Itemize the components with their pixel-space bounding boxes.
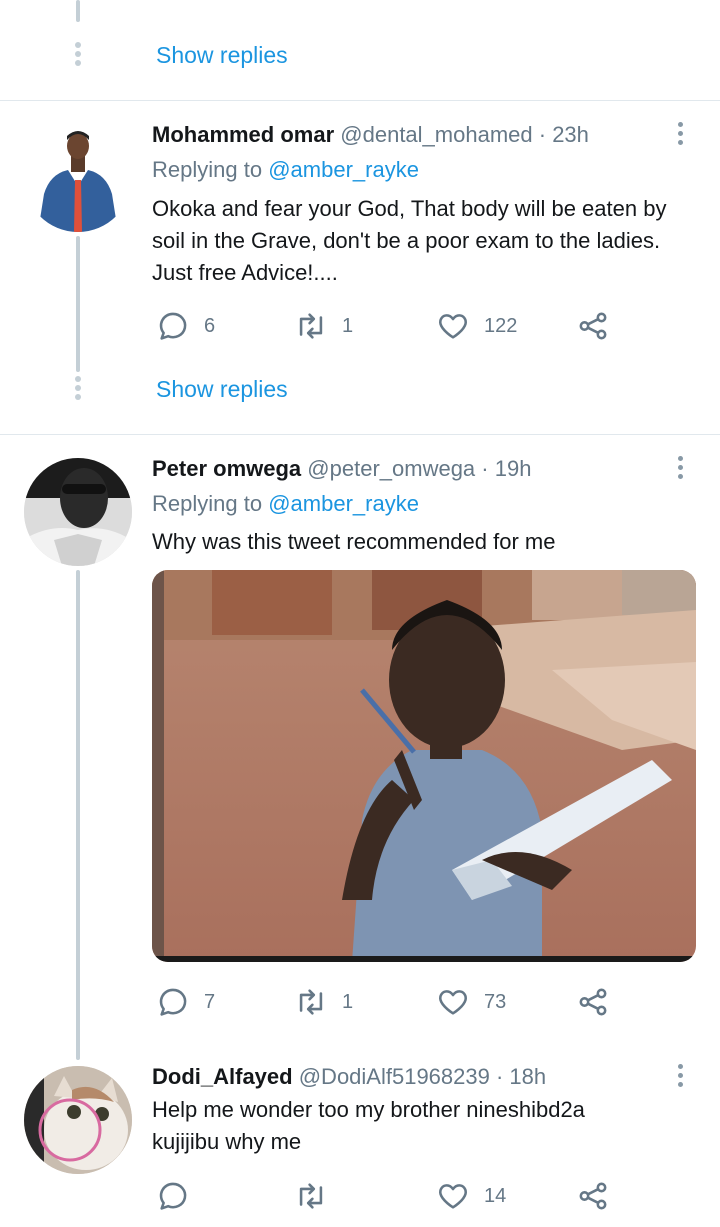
tweet-text: Why was this tweet recommended for me [152, 529, 556, 554]
timestamp[interactable]: · 19h [481, 456, 531, 481]
display-name[interactable]: Dodi_Alfayed [152, 1064, 293, 1089]
retweet-button[interactable]: 1 [294, 982, 353, 1022]
reply-count: 7 [204, 990, 216, 1013]
like-count: 122 [484, 314, 518, 337]
divider [0, 434, 720, 435]
avatar[interactable] [24, 1066, 132, 1174]
mention-link[interactable]: @amber_rayke [268, 157, 419, 182]
display-name[interactable]: Peter omwega [152, 456, 301, 481]
reply-button[interactable]: 7 [156, 982, 215, 1022]
show-replies-link[interactable]: Show replies [156, 42, 288, 69]
timestamp[interactable]: · 23h [539, 122, 589, 147]
heart-icon [439, 1184, 467, 1209]
show-replies-link[interactable]: Show replies [156, 376, 288, 403]
tweet-header: Peter omwega @peter_omwega · 19h [152, 456, 531, 482]
like-button[interactable]: 14 [436, 1176, 506, 1216]
share-icon [579, 1182, 607, 1210]
avatar[interactable] [24, 124, 132, 232]
mention-link[interactable]: @amber_rayke [268, 491, 419, 516]
thread-line [76, 570, 80, 1060]
tweet-actions: 7 1 73 [152, 982, 632, 1022]
retweet-icon [299, 1183, 323, 1209]
more-options-icon[interactable] [672, 456, 688, 483]
retweet-count: 1 [342, 990, 354, 1013]
tweet-header: Mohammed omar @dental_mohamed · 23h [152, 122, 589, 148]
like-button[interactable]: 73 [436, 982, 506, 1022]
like-button[interactable]: 122 [436, 306, 517, 346]
retweet-button[interactable] [294, 1176, 342, 1216]
tweet-actions: 14 [152, 1176, 632, 1216]
reply-icon [159, 312, 187, 340]
thread-continuation-dots [74, 376, 82, 403]
thread-line [76, 236, 80, 372]
user-handle[interactable]: @dental_mohamed [340, 122, 532, 147]
retweet-icon [299, 313, 323, 339]
replying-to-label: Replying to [152, 491, 263, 516]
reply-count: 6 [204, 314, 216, 337]
tweet-text: Okoka and fear your God, That body will … [152, 196, 667, 285]
share-icon [579, 312, 607, 340]
tweet-image[interactable] [152, 570, 696, 962]
replying-to: Replying to @amber_rayke [152, 491, 419, 517]
more-options-icon[interactable] [672, 122, 688, 149]
more-options-icon[interactable] [672, 1064, 688, 1091]
retweet-count: 1 [342, 314, 354, 337]
thread-line [76, 0, 80, 22]
heart-icon [439, 314, 467, 339]
user-handle[interactable]: @peter_omwega [307, 456, 475, 481]
replying-to: Replying to @amber_rayke [152, 157, 419, 183]
tweet-actions: 6 1 122 [152, 306, 632, 346]
retweet-icon [299, 989, 323, 1015]
replying-to-label: Replying to [152, 157, 263, 182]
avatar[interactable] [24, 458, 132, 566]
share-icon [579, 988, 607, 1016]
retweet-button[interactable]: 1 [294, 306, 353, 346]
reply-button[interactable] [156, 1176, 204, 1216]
share-button[interactable] [576, 306, 610, 346]
reply-button[interactable]: 6 [156, 306, 215, 346]
tweet-text: Help me wonder too my brother nineshibd2… [152, 1097, 585, 1154]
heart-icon [439, 990, 467, 1015]
display-name[interactable]: Mohammed omar [152, 122, 334, 147]
divider [0, 100, 720, 101]
reply-icon [159, 988, 187, 1016]
share-button[interactable] [576, 1176, 610, 1216]
user-handle[interactable]: @DodiAlf51968239 [299, 1064, 490, 1089]
like-count: 73 [484, 990, 507, 1013]
timestamp[interactable]: · 18h [496, 1064, 546, 1089]
share-button[interactable] [576, 982, 610, 1022]
tweet-header: Dodi_Alfayed @DodiAlf51968239 · 18h [152, 1064, 546, 1090]
like-count: 14 [484, 1184, 507, 1207]
reply-icon [159, 1182, 187, 1210]
thread-continuation-dots [74, 42, 82, 69]
